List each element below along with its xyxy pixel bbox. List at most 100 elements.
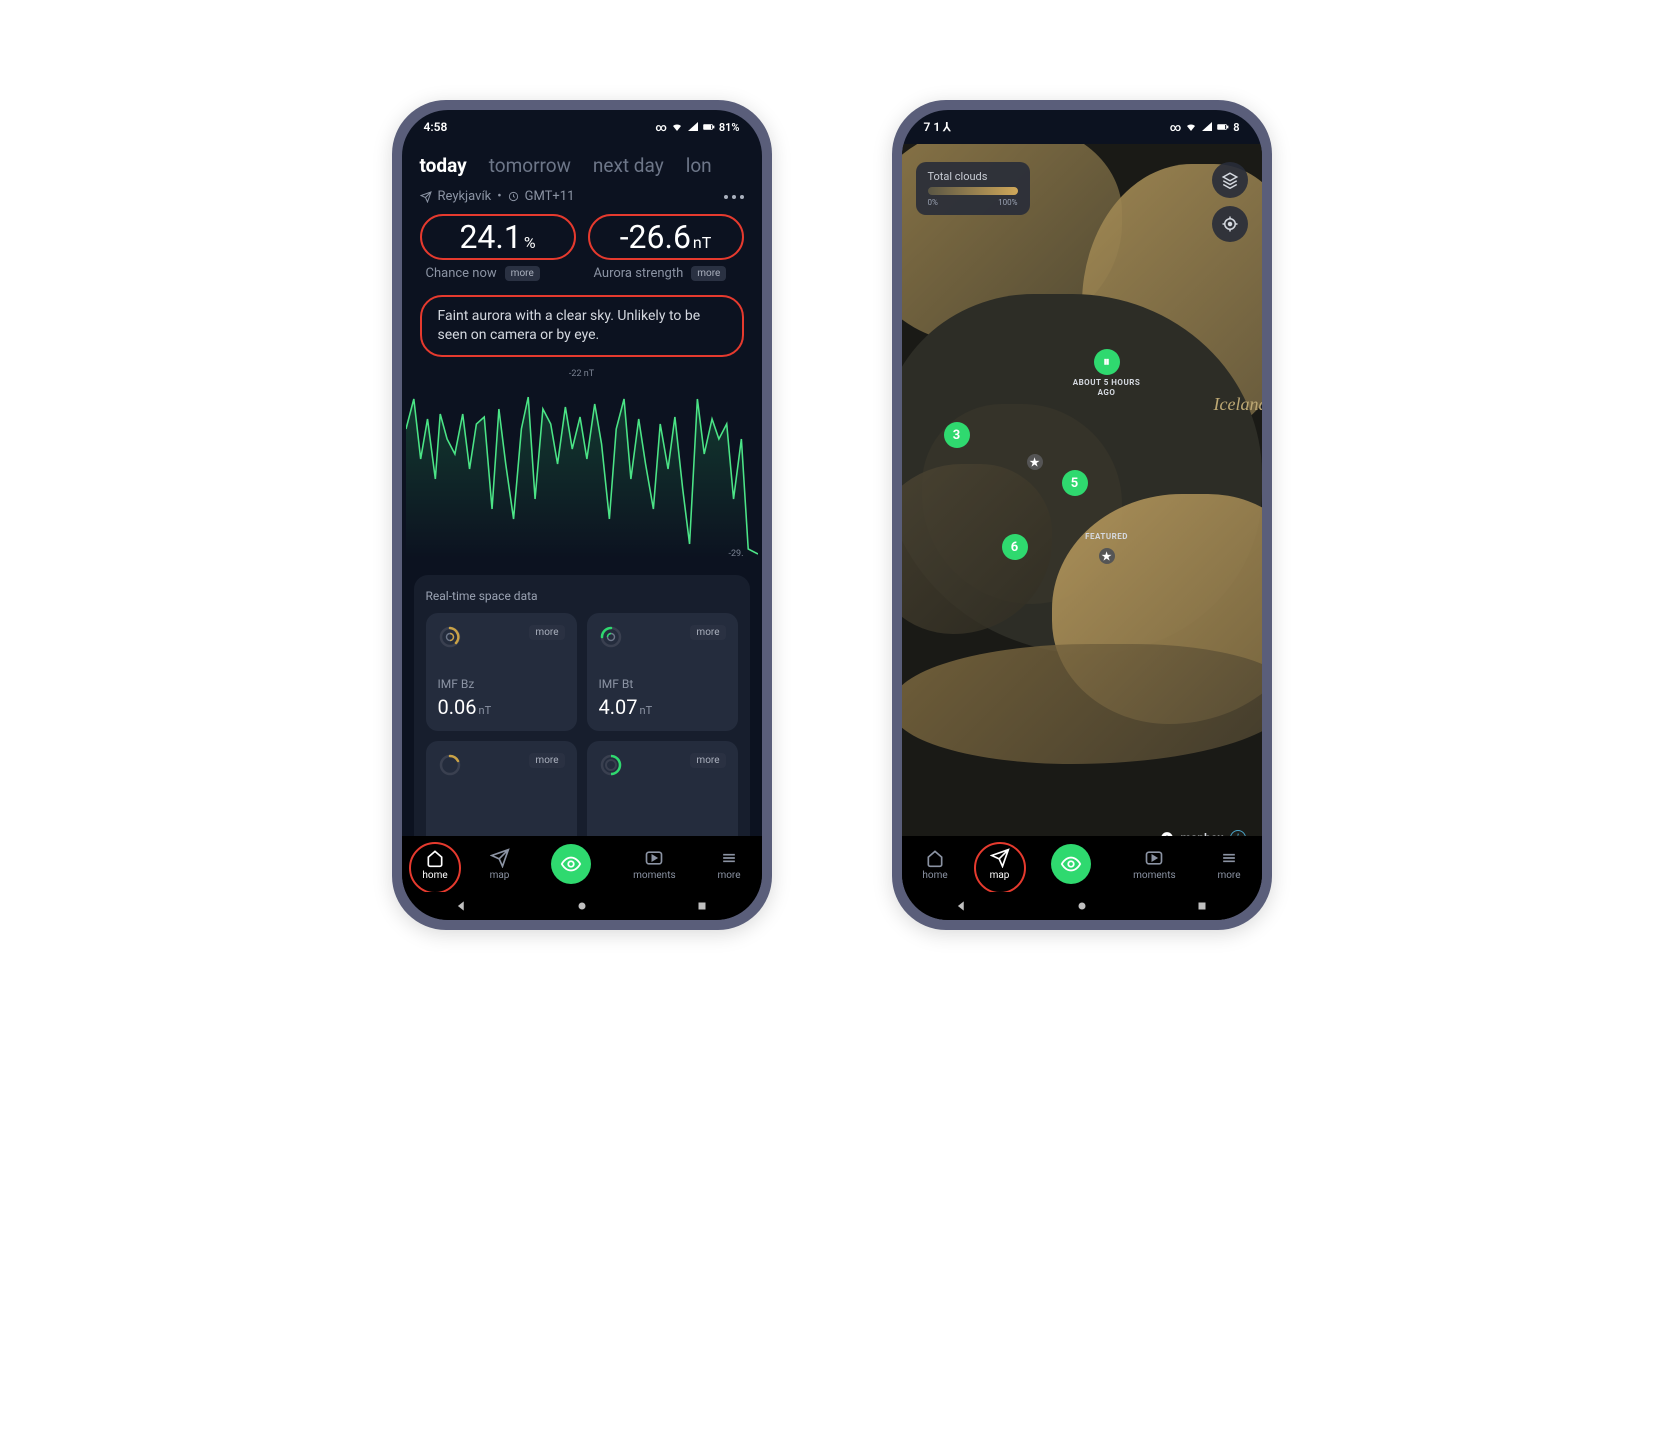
aurora-chart[interactable]: -22 nT -29. bbox=[406, 369, 758, 559]
recents-icon[interactable] bbox=[695, 899, 709, 913]
tab-tomorrow[interactable]: tomorrow bbox=[489, 154, 571, 177]
tab-today[interactable]: today bbox=[420, 154, 467, 177]
chart-line bbox=[406, 369, 758, 559]
chance-label: Chance now bbox=[426, 266, 497, 281]
gauge-icon bbox=[599, 625, 623, 649]
back-icon[interactable] bbox=[455, 899, 469, 913]
nav-moments[interactable]: moments bbox=[1133, 848, 1176, 881]
location-name[interactable]: Reykjavík bbox=[438, 189, 492, 204]
play-icon bbox=[1144, 848, 1164, 868]
location-icon bbox=[420, 191, 432, 203]
layers-icon bbox=[1221, 171, 1239, 189]
signal-icon bbox=[1201, 121, 1213, 133]
country-label: Iceland bbox=[1214, 394, 1262, 415]
wifi-icon bbox=[671, 121, 683, 133]
battery-pct: 81% bbox=[719, 121, 740, 134]
nav-home[interactable]: home bbox=[922, 848, 947, 881]
map-view[interactable]: Total clouds 0% 100% Iceland ⏸ ABOUT 5 H… bbox=[902, 144, 1262, 920]
nav-center-eye[interactable] bbox=[1051, 844, 1091, 884]
legend-title: Total clouds bbox=[928, 170, 1018, 183]
clouds-legend: Total clouds 0% 100% bbox=[916, 162, 1030, 215]
metrics-row: 24.1 % Chance now more -26.6 nT Aurora s… bbox=[402, 212, 762, 281]
chance-more[interactable]: more bbox=[505, 266, 540, 281]
phone-left: 4:58 ∞ 81% today tomorrow next day lon R… bbox=[392, 100, 772, 930]
legend-low: 0% bbox=[928, 198, 938, 207]
compass-icon bbox=[990, 848, 1010, 868]
map-star-pin[interactable]: ★ bbox=[1027, 454, 1043, 470]
card-name: IMF Bz bbox=[438, 677, 565, 691]
back-icon[interactable] bbox=[955, 899, 969, 913]
gauge-icon bbox=[438, 753, 462, 777]
strength-more[interactable]: more bbox=[691, 266, 726, 281]
nav-more[interactable]: more bbox=[1217, 848, 1240, 881]
map-pin[interactable]: 3 bbox=[944, 422, 970, 448]
nav-map[interactable]: map bbox=[490, 848, 510, 881]
link-icon: ∞ bbox=[655, 121, 667, 134]
nav-label: home bbox=[422, 870, 447, 881]
chart-top-label: -22 nT bbox=[569, 369, 594, 379]
menu-icon bbox=[719, 848, 739, 868]
statusbar: 4:58 ∞ 81% bbox=[402, 110, 762, 144]
map-star-pin[interactable]: ★ bbox=[1099, 548, 1115, 564]
locate-button[interactable] bbox=[1212, 206, 1248, 242]
menu-icon bbox=[1219, 848, 1239, 868]
chance-metric: 24.1 % Chance now more bbox=[420, 214, 576, 281]
home-icon bbox=[925, 848, 945, 868]
nav-label: map bbox=[490, 870, 510, 881]
status-time: 4:58 bbox=[424, 120, 448, 134]
pin-sublabel: FEATURED bbox=[1067, 532, 1147, 542]
nav-label: more bbox=[1217, 870, 1240, 881]
status-left: 7 1 ⅄ bbox=[924, 120, 951, 134]
android-nav-bar bbox=[902, 892, 1262, 920]
map-pin[interactable]: ⏸ bbox=[1094, 349, 1120, 375]
panel-title: Real-time space data bbox=[426, 589, 738, 603]
card-name: IMF Bt bbox=[599, 677, 726, 691]
gauge-icon bbox=[599, 753, 623, 777]
nav-label: home bbox=[922, 870, 947, 881]
signal-icon bbox=[687, 121, 699, 133]
card-more[interactable]: more bbox=[690, 753, 725, 768]
layers-button[interactable] bbox=[1212, 162, 1248, 198]
card-more[interactable]: more bbox=[529, 625, 564, 640]
home-circle-icon[interactable] bbox=[1075, 899, 1089, 913]
day-tabs: today tomorrow next day lon bbox=[402, 144, 762, 183]
play-icon bbox=[644, 848, 664, 868]
nav-label: moments bbox=[633, 870, 676, 881]
home-circle-icon[interactable] bbox=[575, 899, 589, 913]
battery-icon bbox=[1217, 121, 1229, 133]
recents-icon[interactable] bbox=[1195, 899, 1209, 913]
compass-icon bbox=[490, 848, 510, 868]
battery-icon bbox=[703, 121, 715, 133]
map-pin[interactable]: 5 bbox=[1062, 470, 1088, 496]
map-pin[interactable]: 6 bbox=[1002, 534, 1028, 560]
card-unit: nT bbox=[479, 704, 492, 717]
strength-label: Aurora strength bbox=[594, 266, 684, 281]
strength-value: -26.6 bbox=[620, 218, 691, 256]
bottom-nav: home map moments more bbox=[402, 836, 762, 892]
nav-map[interactable]: map bbox=[990, 848, 1010, 881]
phone-right: 7 1 ⅄ ∞ 8 Total clouds 0% bbox=[892, 100, 1272, 930]
card-more[interactable]: more bbox=[529, 753, 564, 768]
android-nav-bar bbox=[402, 892, 762, 920]
card-value: 0.06 bbox=[438, 695, 477, 719]
wifi-icon bbox=[1185, 121, 1197, 133]
nav-home[interactable]: home bbox=[422, 848, 447, 881]
home-icon bbox=[425, 848, 445, 868]
statusbar: 7 1 ⅄ ∞ 8 bbox=[902, 110, 1262, 144]
card-imf-bz[interactable]: more IMF Bz 0.06nT bbox=[426, 613, 577, 731]
tab-next-day[interactable]: next day bbox=[593, 154, 664, 177]
more-menu-icon[interactable] bbox=[724, 195, 744, 199]
nav-more[interactable]: more bbox=[717, 848, 740, 881]
strength-metric: -26.6 nT Aurora strength more bbox=[588, 214, 744, 281]
nav-label: more bbox=[717, 870, 740, 881]
nav-moments[interactable]: moments bbox=[633, 848, 676, 881]
status-right: ∞ 81% bbox=[655, 121, 739, 134]
timezone: GMT+11 bbox=[525, 189, 575, 204]
card-more[interactable]: more bbox=[690, 625, 725, 640]
card-imf-bt[interactable]: more IMF Bt 4.07nT bbox=[587, 613, 738, 731]
card-unit: nT bbox=[640, 704, 653, 717]
tab-long[interactable]: lon bbox=[686, 154, 712, 177]
nav-center-eye[interactable] bbox=[551, 844, 591, 884]
battery-pct: 8 bbox=[1233, 121, 1239, 134]
locate-icon bbox=[1221, 215, 1239, 233]
